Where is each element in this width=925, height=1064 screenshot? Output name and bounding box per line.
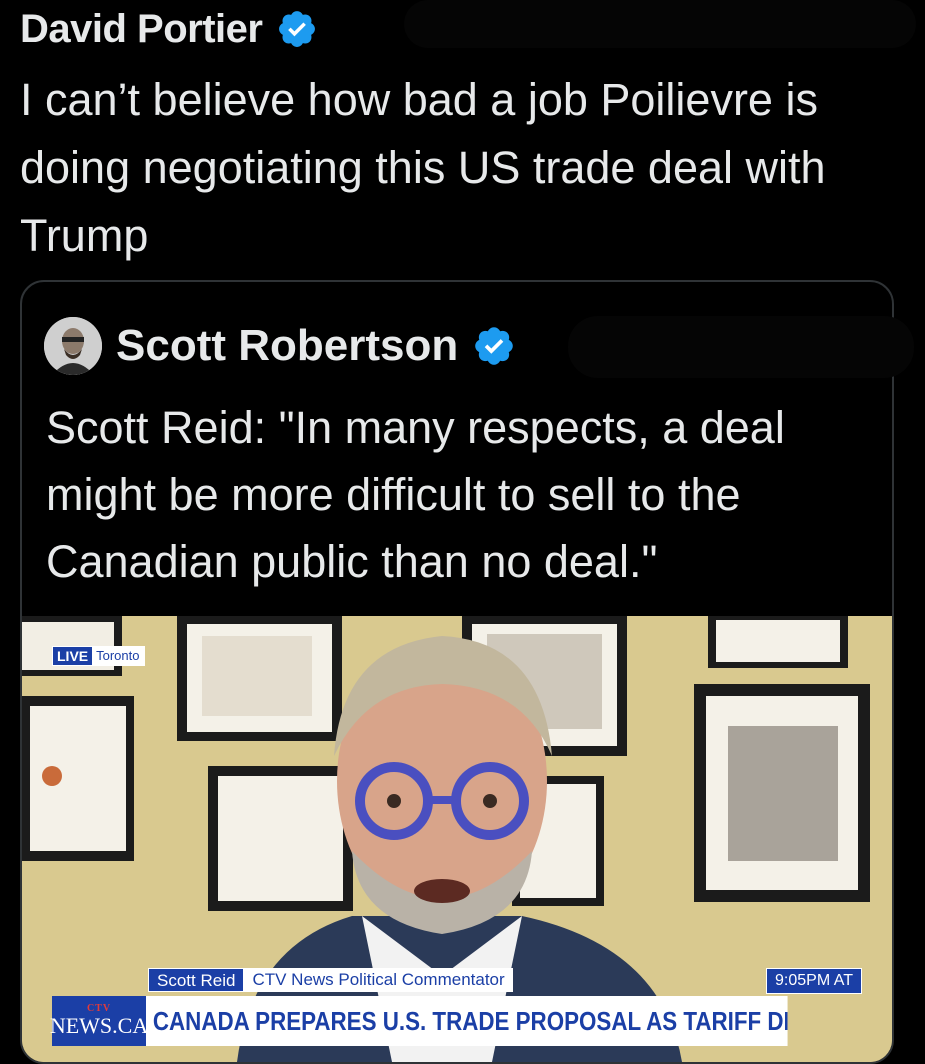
tweet-author-name[interactable]: David Portier bbox=[20, 7, 263, 52]
quoted-tweet-author-name[interactable]: Scott Robertson bbox=[116, 321, 458, 371]
broadcast-time: 9:05PM AT bbox=[766, 968, 862, 994]
quoted-tweet-header: Scott Robertson bbox=[44, 316, 516, 376]
redaction-block bbox=[568, 316, 914, 378]
quoted-tweet-text: Scott Reid: "In many respects, a deal mi… bbox=[46, 402, 785, 587]
live-location: Toronto bbox=[92, 647, 144, 665]
wall-frame bbox=[708, 616, 848, 668]
quoted-tweet-card[interactable]: Scott Robertson Scott Reid: "In many res… bbox=[20, 280, 894, 1064]
verified-badge-icon bbox=[475, 327, 514, 365]
lower-third-title: CTV News Political Commentator bbox=[244, 968, 513, 992]
wall-frame bbox=[694, 684, 870, 902]
wall-frame bbox=[208, 766, 353, 911]
wall-frame bbox=[177, 616, 342, 741]
lower-third-name: Scott Reid bbox=[148, 968, 245, 992]
news-ticker: CTV NEWS.CA CANADA PREPARES U.S. TRADE P… bbox=[49, 996, 892, 1046]
redaction-block bbox=[404, 0, 916, 48]
logo-news-text: NEWS.CA bbox=[49, 1013, 149, 1038]
tweet-author-row: David Portier bbox=[20, 4, 318, 54]
tweet-text: I can’t believe how bad a job Poilievre … bbox=[20, 74, 826, 261]
lower-third: Scott Reid CTV News Political Commentato… bbox=[148, 968, 862, 994]
ctv-news-logo: CTV NEWS.CA bbox=[49, 996, 149, 1046]
live-bug: LIVE Toronto bbox=[52, 646, 145, 666]
avatar[interactable] bbox=[44, 317, 102, 375]
video-player[interactable]: LIVE Toronto Scott Reid CTV News Politic… bbox=[22, 616, 892, 1062]
ticker-headline: CANADA PREPARES U.S. TRADE PROPOSAL AS T… bbox=[146, 996, 788, 1046]
wall-frame bbox=[22, 696, 134, 861]
verified-badge-icon bbox=[279, 11, 316, 47]
live-label: LIVE bbox=[53, 647, 93, 665]
